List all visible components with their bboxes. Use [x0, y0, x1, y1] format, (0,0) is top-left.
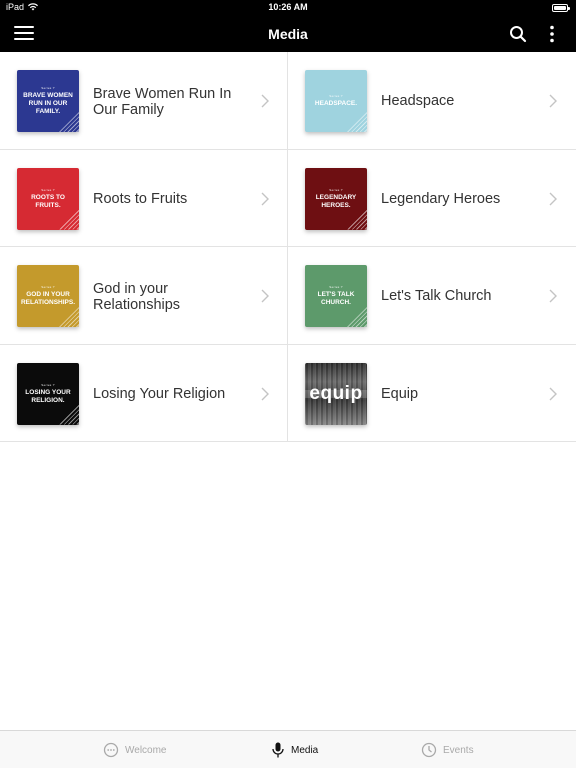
chevron-right-icon — [549, 289, 557, 303]
chevron-right-icon — [261, 289, 269, 303]
thumbnail-series-label: Series ? — [41, 382, 55, 387]
thumbnail-stripes — [347, 307, 367, 327]
series-thumbnail: Series ? LET'S TALK CHURCH. — [305, 265, 367, 327]
chevron-right-icon — [261, 94, 269, 108]
chevron-right-icon — [549, 192, 557, 205]
thumbnail-title: equip — [309, 382, 363, 404]
thumbnail-title: LOSING YOUR RELIGION. — [25, 388, 71, 404]
series-item-lets-talk-church[interactable]: Series ? LET'S TALK CHURCH. Let's Talk C… — [288, 247, 576, 344]
thumbnail-title: HEADSPACE. — [314, 100, 358, 107]
chevron-right-icon — [549, 94, 557, 108]
app-screen: iPad 10:26 AM Media Series ? BRAVE WOMEN… — [0, 0, 576, 768]
thumbnail-stripes — [347, 209, 367, 230]
thumbnail-title: BRAVE WOMEN RUN IN OUR FAMILY. — [23, 92, 73, 115]
series-title: Headspace — [381, 93, 455, 109]
series-thumbnail: Series ? ROOTS TO FRUITS. — [17, 167, 79, 230]
series-title: Roots to Fruits — [93, 190, 188, 207]
series-title: God in your Relationships — [93, 281, 181, 313]
chevron-right-icon — [261, 192, 269, 205]
series-thumbnail: equip — [305, 362, 367, 425]
series-item-roots-to-fruits[interactable]: Series ? ROOTS TO FRUITS. Roots to Fruit… — [0, 149, 288, 246]
series-title: Equip — [381, 385, 419, 402]
thumbnail-stripes — [347, 112, 367, 132]
thumbnail-title: LET'S TALK CHURCH. — [317, 291, 355, 306]
thumbnail-series-label: Series ? — [41, 285, 55, 289]
series-item-equip[interactable]: equip Equip — [288, 345, 576, 442]
thumbnail-stripes — [59, 404, 79, 425]
status-time: 10:26 AM — [268, 2, 308, 12]
thumbnail-title: LEGENDARY HEROES. — [315, 193, 357, 209]
series-title: Brave Women Run In Our Family — [93, 86, 232, 118]
grid-row: Series ? GOD IN YOUR RELATIONSHIPS. God … — [0, 247, 576, 345]
search-icon[interactable] — [508, 24, 528, 44]
series-title: Losing Your Religion — [93, 385, 226, 402]
chevron-right-icon — [261, 387, 269, 400]
series-thumbnail: Series ? LEGENDARY HEROES. — [305, 167, 367, 230]
series-thumbnail: Series ? HEADSPACE. — [305, 70, 367, 132]
chevron-right-icon — [549, 387, 557, 400]
grid-row: Series ? BRAVE WOMEN RUN IN OUR FAMILY. … — [0, 52, 576, 150]
tab-welcome[interactable]: Welcome — [103, 731, 167, 768]
series-thumbnail: Series ? GOD IN YOUR RELATIONSHIPS. — [17, 265, 79, 327]
series-item-legendary-heroes[interactable]: Series ? LEGENDARY HEROES. Legendary Her… — [288, 150, 576, 247]
thumbnail-stripes — [59, 209, 79, 230]
battery-icon — [552, 4, 570, 12]
tab-media[interactable]: Media — [271, 731, 318, 768]
tab-label: Events — [443, 744, 474, 756]
tab-label: Media — [291, 744, 319, 756]
thumbnail-series-label: Series ? — [329, 94, 343, 98]
clock-icon — [421, 742, 437, 758]
thumbnail-series-label: Series ? — [41, 187, 55, 192]
thumbnail-series-label: Series ? — [41, 86, 55, 90]
thumbnail-series-label: Series ? — [329, 285, 343, 289]
page-title: Media — [268, 26, 308, 42]
series-thumbnail: Series ? LOSING YOUR RELIGION. — [17, 362, 79, 425]
grid-row: Series ? ROOTS TO FRUITS. Roots to Fruit… — [0, 149, 576, 247]
series-thumbnail: Series ? BRAVE WOMEN RUN IN OUR FAMILY. — [17, 70, 79, 132]
media-grid: Series ? BRAVE WOMEN RUN IN OUR FAMILY. … — [0, 52, 576, 442]
series-item-headspace[interactable]: Series ? HEADSPACE. Headspace — [288, 52, 576, 149]
nav-bar: Media — [0, 16, 576, 52]
tab-bar: Welcome Media Events — [0, 730, 576, 768]
thumbnail-title: GOD IN YOUR RELATIONSHIPS. — [20, 291, 76, 306]
status-bar: iPad 10:26 AM — [0, 0, 576, 16]
tab-events[interactable]: Events — [421, 731, 474, 768]
thumbnail-stripes — [59, 307, 79, 327]
thumbnail-title: ROOTS TO FRUITS. — [31, 193, 65, 209]
series-title: Legendary Heroes — [381, 190, 501, 207]
series-item-god-in-your-relationships[interactable]: Series ? GOD IN YOUR RELATIONSHIPS. God … — [0, 247, 288, 344]
grid-row: Series ? LOSING YOUR RELIGION. Losing Yo… — [0, 344, 576, 442]
series-item-brave-women[interactable]: Series ? BRAVE WOMEN RUN IN OUR FAMILY. … — [0, 52, 288, 149]
microphone-icon — [272, 742, 284, 758]
more-options-icon[interactable] — [542, 24, 562, 44]
series-item-losing-your-religion[interactable]: Series ? LOSING YOUR RELIGION. Losing Yo… — [0, 344, 288, 441]
tab-label: Welcome — [125, 744, 167, 756]
thumbnail-series-label: Series ? — [329, 187, 343, 192]
series-title: Let's Talk Church — [381, 288, 492, 304]
chat-bubble-icon — [103, 742, 119, 758]
